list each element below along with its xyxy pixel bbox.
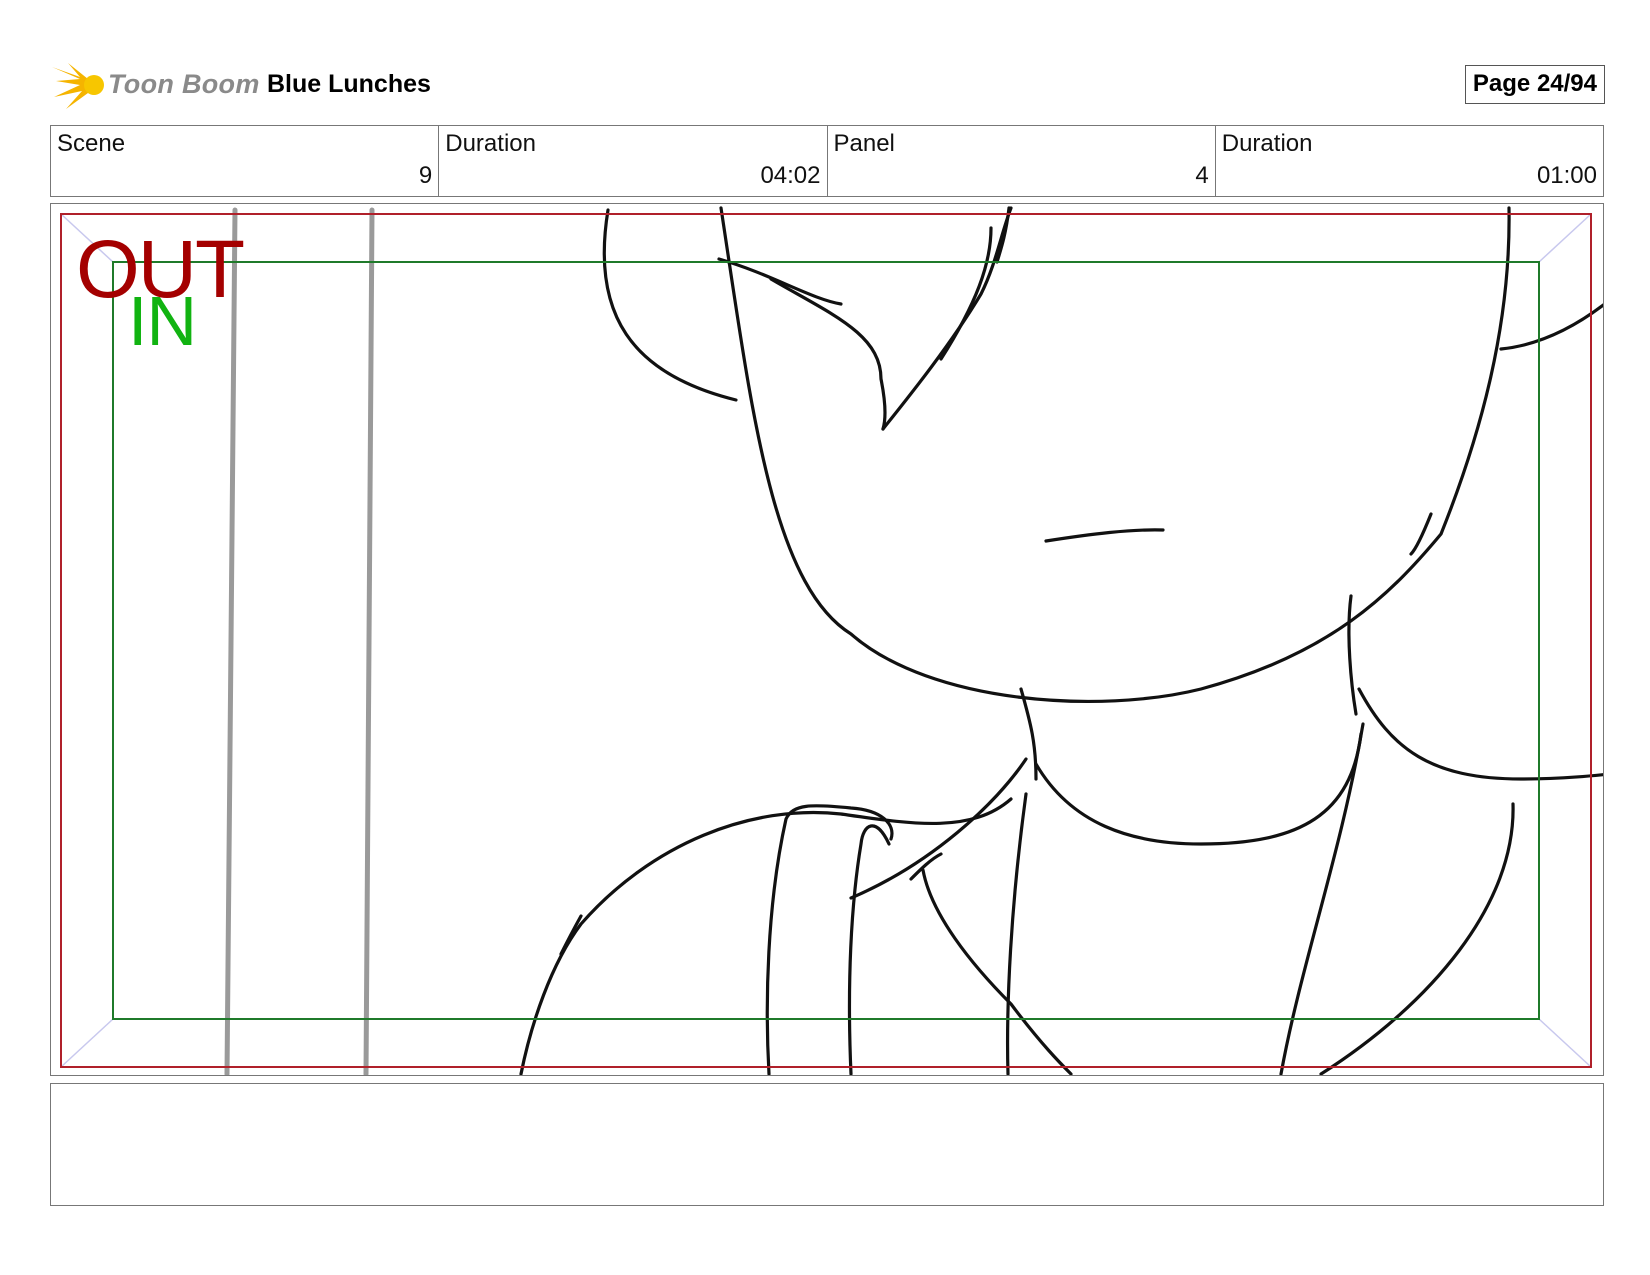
scene-info-table: Scene 9 Duration 04:02 Panel 4 Duration … — [50, 125, 1604, 197]
panel-duration-value: 01:00 — [1536, 162, 1597, 189]
panel-value: 4 — [1195, 162, 1209, 189]
panel-notes-box[interactable] — [50, 1083, 1604, 1206]
in-frame-label: IN — [128, 282, 197, 360]
panel-drawing — [60, 206, 1603, 1075]
starburst-icon — [52, 63, 104, 109]
scene-value: 9 — [418, 162, 433, 189]
toon-boom-logo: Toon Boom — [50, 55, 259, 115]
page-number-badge: Page 24/94 — [1464, 65, 1605, 104]
panel-label: Panel — [833, 130, 895, 157]
background-lines — [224, 207, 375, 1075]
scene-cell: Scene 9 — [51, 126, 440, 196]
panel-duration-label: Duration — [1221, 130, 1313, 157]
in-frame — [112, 261, 1540, 1020]
panel-duration-cell: Duration 01:00 — [1216, 126, 1603, 196]
panel-cell: Panel 4 — [828, 126, 1216, 196]
scene-duration-label: Duration — [445, 130, 536, 157]
page-header: Toon Boom Blue Lunches Page 24/94 — [50, 55, 1605, 115]
scene-duration-value: 04:02 — [760, 162, 821, 189]
camera-diagonals — [60, 213, 1592, 1068]
character-sketch — [519, 206, 1603, 1075]
logo-text: Toon Boom — [108, 69, 260, 99]
storyboard-panel[interactable]: OUT IN — [50, 203, 1604, 1076]
out-frame — [60, 213, 1592, 1068]
scene-duration-cell: Duration 04:02 — [439, 126, 828, 196]
project-title: Blue Lunches — [267, 70, 431, 98]
scene-label: Scene — [57, 130, 126, 157]
